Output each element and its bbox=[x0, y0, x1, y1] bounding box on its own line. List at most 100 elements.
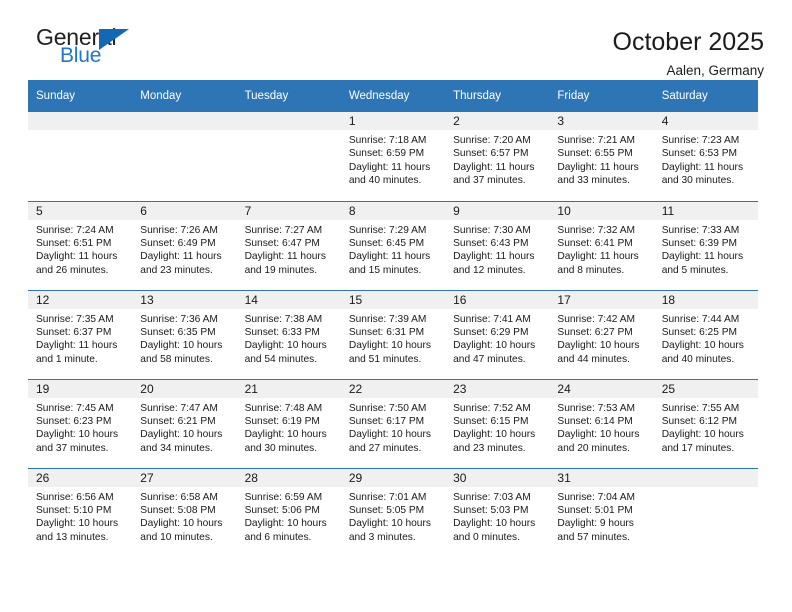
sunrise-text: Sunrise: 7:39 AM bbox=[348, 313, 427, 325]
sunrise-text: Sunrise: 6:56 AM bbox=[36, 491, 114, 503]
day-number: 10 bbox=[549, 201, 654, 220]
calendar-day-cell[interactable]: 27 Sunrise: 6:58 AM Sunset: 5:08 PM Dayligh… bbox=[132, 467, 237, 557]
calendar-day-cell[interactable]: 8 Sunrise: 7:29 AM Sunset: 6:45 PM Daylight… bbox=[340, 200, 446, 290]
day-details: Sunrise: 7:50 AM Sunset: 6:17 PM Daylight:… bbox=[341, 398, 445, 456]
calendar-day-cell[interactable]: 4 Sunrise: 7:23 AM Sunset: 6:53 PM Daylight… bbox=[653, 112, 758, 201]
calendar-week-row: 5 Sunrise: 7:24 AM Sunset: 6:51 PM Daylight… bbox=[28, 200, 758, 290]
daylight-text: Daylight: 11 hours and 23 minutes. bbox=[140, 251, 222, 276]
daylight-text: Daylight: 10 hours and 27 minutes. bbox=[348, 429, 431, 454]
sunset-text: Sunset: 6:25 PM bbox=[661, 326, 738, 338]
calendar-day-cell[interactable]: 1 Sunrise: 7:18 AM Sunset: 6:59 PM Daylight… bbox=[340, 112, 446, 201]
calendar-day-cell[interactable]: 25 Sunrise: 7:55 AM Sunset: 6:12 PM Dayligh… bbox=[653, 378, 758, 468]
calendar-day-cell[interactable]: 23 Sunrise: 7:52 AM Sunset: 6:15 PM Dayligh… bbox=[445, 378, 550, 468]
sunset-text: Sunset: 6:31 PM bbox=[348, 326, 425, 338]
calendar-day-cell[interactable]: 5 Sunrise: 7:24 AM Sunset: 6:51 PM Daylight… bbox=[28, 200, 133, 290]
daylight-text: Daylight: 10 hours and 34 minutes. bbox=[140, 429, 223, 454]
sunset-text: Sunset: 6:33 PM bbox=[244, 326, 320, 338]
calendar-day-cell[interactable]: 9 Sunrise: 7:30 AM Sunset: 6:43 PM Daylight… bbox=[445, 200, 550, 290]
sunset-text: Sunset: 5:05 PM bbox=[348, 504, 425, 516]
day-details: Sunrise: 7:18 AM Sunset: 6:59 PM Daylight:… bbox=[341, 130, 445, 188]
calendar-week-row: 19 Sunrise: 7:45 AM Sunset: 6:23 PM Dayligh… bbox=[28, 378, 758, 468]
weekday-header-monday: Monday bbox=[132, 80, 237, 112]
page-header: General Blue October 2025 Aalen, Germany bbox=[28, 0, 764, 78]
day-details: Sunrise: 7:39 AM Sunset: 6:31 PM Daylight:… bbox=[341, 309, 445, 367]
calendar-day-cell[interactable]: 19 Sunrise: 7:45 AM Sunset: 6:23 PM Dayligh… bbox=[28, 378, 133, 468]
calendar-day-cell[interactable]: 3 Sunrise: 7:21 AM Sunset: 6:55 PM Daylight… bbox=[549, 112, 654, 201]
title-block: October 2025 Aalen, Germany bbox=[613, 26, 765, 78]
calendar-day-cell[interactable]: 26 Sunrise: 6:56 AM Sunset: 5:10 PM Dayligh… bbox=[28, 467, 133, 557]
day-details: Sunrise: 7:35 AM Sunset: 6:37 PM Daylight:… bbox=[28, 309, 132, 367]
calendar-day-cell[interactable]: 16 Sunrise: 7:41 AM Sunset: 6:29 PM Dayligh… bbox=[445, 289, 550, 379]
day-number: 1 bbox=[340, 112, 446, 130]
day-number: 28 bbox=[236, 468, 341, 487]
sunset-text: Sunset: 6:29 PM bbox=[453, 326, 529, 338]
calendar-day-cell[interactable]: 18 Sunrise: 7:44 AM Sunset: 6:25 PM Dayligh… bbox=[653, 289, 758, 379]
calendar-day-cell[interactable]: 13 Sunrise: 7:36 AM Sunset: 6:35 PM Dayligh… bbox=[132, 289, 237, 379]
sunset-text: Sunset: 6:45 PM bbox=[348, 237, 425, 249]
sunrise-text: Sunrise: 7:53 AM bbox=[557, 402, 635, 414]
calendar-day-cell[interactable]: 22 Sunrise: 7:50 AM Sunset: 6:17 PM Dayligh… bbox=[340, 378, 446, 468]
calendar-day-cell[interactable]: 7 Sunrise: 7:27 AM Sunset: 6:47 PM Daylight… bbox=[236, 200, 341, 290]
sunrise-text: Sunrise: 7:41 AM bbox=[453, 313, 531, 325]
general-blue-logo: General Blue bbox=[28, 26, 138, 72]
sunrise-text: Sunrise: 7:45 AM bbox=[36, 402, 114, 414]
calendar-body: 1 Sunrise: 7:18 AM Sunset: 6:59 PM Daylight… bbox=[28, 112, 758, 557]
day-details: Sunrise: 7:32 AM Sunset: 6:41 PM Daylight:… bbox=[549, 220, 653, 278]
sunset-text: Sunset: 6:49 PM bbox=[140, 237, 216, 249]
sunrise-text: Sunrise: 7:30 AM bbox=[453, 224, 531, 236]
day-number: 27 bbox=[132, 468, 237, 487]
calendar-day-cell[interactable]: 28 Sunrise: 6:59 AM Sunset: 5:06 PM Dayligh… bbox=[236, 467, 341, 557]
sunset-text: Sunset: 6:23 PM bbox=[36, 415, 112, 427]
day-number: 9 bbox=[445, 201, 550, 220]
daylight-text: Daylight: 10 hours and 47 minutes. bbox=[453, 340, 536, 365]
day-number: 25 bbox=[653, 379, 758, 398]
calendar-day-cell[interactable]: 17 Sunrise: 7:42 AM Sunset: 6:27 PM Dayligh… bbox=[549, 289, 654, 379]
calendar-day-cell[interactable]: 12 Sunrise: 7:35 AM Sunset: 6:37 PM Dayligh… bbox=[28, 289, 133, 379]
daylight-text: Daylight: 10 hours and 23 minutes. bbox=[453, 429, 536, 454]
sunrise-text: Sunrise: 7:33 AM bbox=[661, 224, 740, 236]
day-number: 21 bbox=[236, 379, 341, 398]
day-details: Sunrise: 7:48 AM Sunset: 6:19 PM Daylight:… bbox=[237, 398, 341, 456]
calendar-day-cell[interactable]: 21 Sunrise: 7:48 AM Sunset: 6:19 PM Dayligh… bbox=[236, 378, 341, 468]
daylight-text: Daylight: 10 hours and 40 minutes. bbox=[661, 340, 744, 365]
calendar-week-row: 12 Sunrise: 7:35 AM Sunset: 6:37 PM Dayligh… bbox=[28, 289, 758, 379]
day-details: Sunrise: 7:44 AM Sunset: 6:25 PM Daylight:… bbox=[654, 309, 758, 367]
calendar-day-cell[interactable]: 14 Sunrise: 7:38 AM Sunset: 6:33 PM Dayligh… bbox=[236, 289, 341, 379]
day-details: Sunrise: 7:42 AM Sunset: 6:27 PM Daylight:… bbox=[549, 309, 653, 367]
day-details: Sunrise: 7:23 AM Sunset: 6:53 PM Daylight:… bbox=[654, 130, 758, 188]
sunset-text: Sunset: 6:12 PM bbox=[661, 415, 738, 427]
logo-triangle-icon bbox=[99, 29, 129, 50]
calendar-day-cell[interactable]: 29 Sunrise: 7:01 AM Sunset: 5:05 PM Dayligh… bbox=[340, 467, 446, 557]
sunrise-text: Sunrise: 6:59 AM bbox=[244, 491, 323, 503]
page-title: October 2025 bbox=[612, 28, 765, 56]
sunset-text: Sunset: 6:39 PM bbox=[661, 237, 738, 249]
sunset-text: Sunset: 6:51 PM bbox=[36, 237, 112, 249]
daylight-text: Daylight: 10 hours and 13 minutes. bbox=[36, 518, 119, 543]
calendar-day-cell[interactable]: 24 Sunrise: 7:53 AM Sunset: 6:14 PM Dayligh… bbox=[549, 378, 654, 468]
calendar-day-cell[interactable]: 15 Sunrise: 7:39 AM Sunset: 6:31 PM Dayligh… bbox=[340, 289, 446, 379]
daylight-text: Daylight: 11 hours and 33 minutes. bbox=[557, 161, 639, 187]
daylight-text: Daylight: 11 hours and 26 minutes. bbox=[36, 251, 118, 276]
calendar-day-cell[interactable]: 11 Sunrise: 7:33 AM Sunset: 6:39 PM Dayligh… bbox=[653, 200, 758, 290]
daylight-text: Daylight: 10 hours and 20 minutes. bbox=[557, 429, 640, 454]
calendar-day-cell[interactable]: 30 Sunrise: 7:03 AM Sunset: 5:03 PM Dayligh… bbox=[445, 467, 550, 557]
daylight-text: Daylight: 10 hours and 44 minutes. bbox=[557, 340, 640, 365]
sunset-text: Sunset: 6:55 PM bbox=[557, 148, 633, 160]
day-details: Sunrise: 7:04 AM Sunset: 5:01 PM Daylight:… bbox=[549, 487, 653, 545]
calendar-day-cell[interactable]: 10 Sunrise: 7:32 AM Sunset: 6:41 PM Dayligh… bbox=[549, 200, 654, 290]
calendar-week-row: 26 Sunrise: 6:56 AM Sunset: 5:10 PM Dayligh… bbox=[28, 467, 758, 557]
calendar-day-cell[interactable]: 20 Sunrise: 7:47 AM Sunset: 6:21 PM Dayligh… bbox=[132, 378, 237, 468]
calendar-day-cell[interactable]: 6 Sunrise: 7:26 AM Sunset: 6:49 PM Daylight… bbox=[132, 200, 237, 290]
day-details: Sunrise: 7:45 AM Sunset: 6:23 PM Daylight:… bbox=[28, 398, 132, 456]
calendar-day-cell-empty bbox=[236, 112, 341, 201]
daylight-text: Daylight: 10 hours and 17 minutes. bbox=[661, 429, 744, 454]
daylight-text: Daylight: 10 hours and 3 minutes. bbox=[348, 518, 431, 543]
sunset-text: Sunset: 6:37 PM bbox=[36, 326, 112, 338]
calendar-day-cell[interactable]: 2 Sunrise: 7:20 AM Sunset: 6:57 PM Daylight… bbox=[445, 112, 550, 201]
daylight-text: Daylight: 11 hours and 8 minutes. bbox=[557, 251, 639, 276]
calendar-day-cell[interactable]: 31 Sunrise: 7:04 AM Sunset: 5:01 PM Dayligh… bbox=[549, 467, 654, 557]
daylight-text: Daylight: 10 hours and 37 minutes. bbox=[36, 429, 119, 454]
day-number: 18 bbox=[653, 290, 758, 309]
daylight-text: Daylight: 11 hours and 30 minutes. bbox=[661, 161, 744, 187]
sunset-text: Sunset: 5:03 PM bbox=[453, 504, 529, 516]
